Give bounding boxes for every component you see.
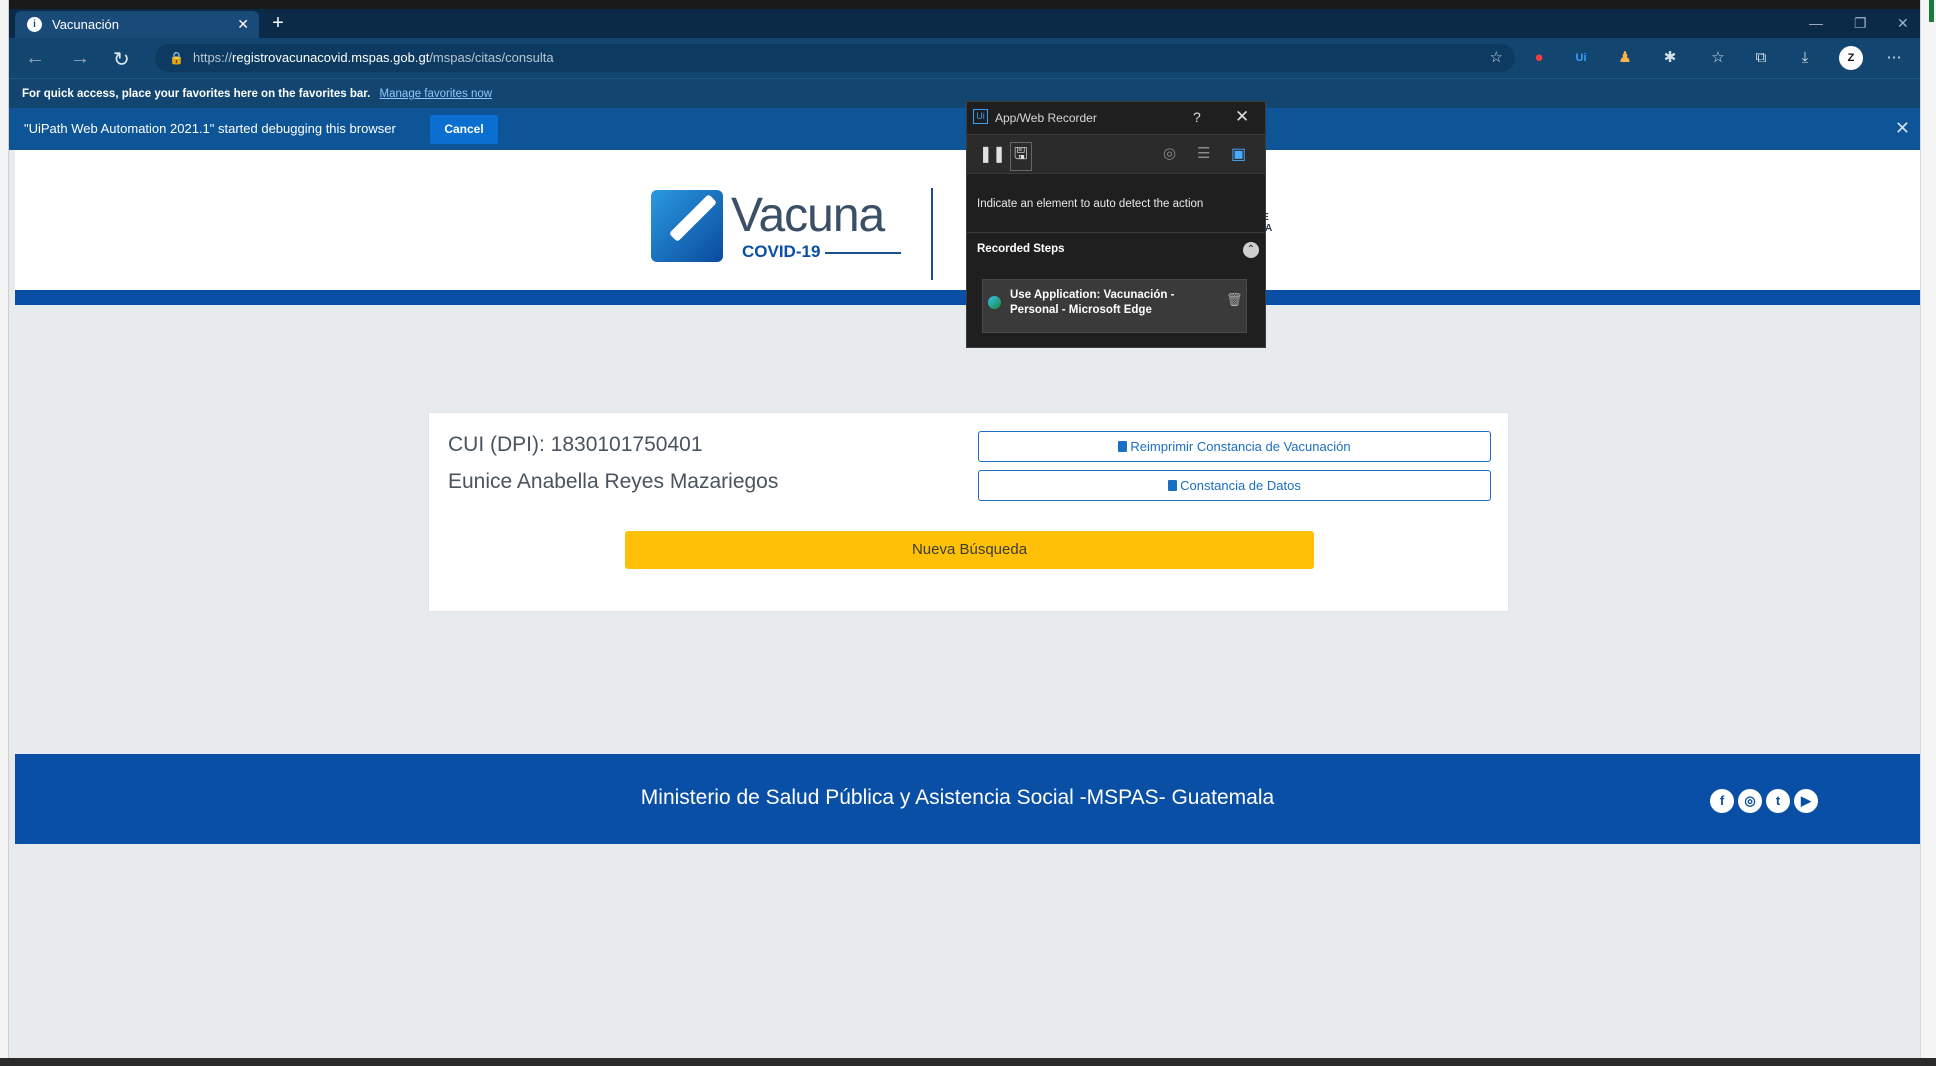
- tab-bar: i Vacunación ✕ + — ❐ ✕: [9, 9, 1920, 38]
- url-path: /mspas/citas/consulta: [429, 50, 554, 65]
- tab-vacunacion[interactable]: i Vacunación ✕: [15, 11, 259, 38]
- recorder-title: App/Web Recorder: [995, 111, 1097, 125]
- tab-close-icon[interactable]: ✕: [237, 16, 249, 33]
- browser-window: i Vacunación ✕ + — ❐ ✕ ← → ↻ 🔒 https://r…: [9, 9, 1920, 1058]
- recorded-step-item[interactable]: Use Application: Vacunación - Personal -…: [982, 279, 1247, 333]
- debug-message: "UiPath Web Automation 2021.1" started d…: [24, 121, 396, 136]
- youtube-icon[interactable]: ▶: [1794, 789, 1818, 813]
- cancel-debug-button[interactable]: Cancel: [430, 115, 498, 144]
- address-bar: ← → ↻ 🔒 https://registrovacunacovid.mspa…: [9, 38, 1920, 78]
- debug-infobar: "UiPath Web Automation 2021.1" started d…: [9, 108, 1920, 150]
- app-web-recorder-window: Ui App/Web Recorder ? ✕ ❚❚ 🖫 ◎ ☰ ▣ Indic…: [966, 101, 1266, 348]
- settings-menu-icon[interactable]: ⋯: [1884, 48, 1904, 68]
- add-favorite-icon[interactable]: ☆: [1490, 44, 1503, 72]
- pdf-icon: [1118, 441, 1128, 452]
- close-infobar-icon[interactable]: ✕: [1895, 118, 1910, 139]
- recorder-hint: Indicate an element to auto detect the a…: [977, 198, 1204, 210]
- pdf-icon: [1168, 480, 1178, 491]
- data-certificate-button[interactable]: Constancia de Datos: [978, 470, 1491, 501]
- help-button[interactable]: ?: [1193, 109, 1201, 125]
- data-certificate-label: Constancia de Datos: [1180, 478, 1301, 493]
- recorder-toolbar: ❚❚ 🖫 ◎ ☰ ▣: [967, 134, 1265, 174]
- manage-favorites-link[interactable]: Manage favorites now: [380, 88, 493, 100]
- logo-subtitle: COVID-19: [742, 242, 821, 261]
- uipath-extension-icon[interactable]: Ui: [1571, 48, 1591, 68]
- downloads-icon[interactable]: ⤓: [1795, 48, 1815, 68]
- list-options-icon[interactable]: ☰: [1197, 144, 1210, 162]
- header-separator: [931, 188, 933, 280]
- edge-marker: [1929, 0, 1934, 22]
- tab-title: Vacunación: [52, 17, 119, 32]
- pause-icon[interactable]: ❚❚: [979, 144, 1006, 164]
- new-tab-button[interactable]: +: [265, 12, 291, 35]
- extensions-icon[interactable]: ✱: [1660, 48, 1680, 68]
- url-field[interactable]: 🔒 https://registrovacunacovid.mspas.gob.…: [155, 44, 1515, 72]
- collections-icon[interactable]: ⧉: [1751, 48, 1771, 68]
- recorded-step-text: Use Application: Vacunación - Personal -…: [1010, 289, 1175, 316]
- collapse-chevron-icon[interactable]: ⌃: [1243, 242, 1259, 258]
- profile-extension-icon[interactable]: ♟: [1615, 48, 1635, 68]
- forward-button[interactable]: →: [70, 47, 90, 70]
- vaccine-logo-icon: [651, 190, 723, 262]
- profile-avatar[interactable]: Z: [1839, 46, 1863, 70]
- lock-icon: 🔒: [169, 51, 184, 65]
- extension-stop-icon[interactable]: ●: [1529, 48, 1549, 68]
- result-card: CUI (DPI): 1830101750401 Eunice Anabella…: [428, 412, 1509, 612]
- url-prefix: https://: [193, 50, 233, 65]
- left-window-edge: [0, 0, 9, 1066]
- minimize-button[interactable]: —: [1809, 15, 1823, 31]
- reprint-certificate-button[interactable]: Reimprimir Constancia de Vacunación: [978, 431, 1491, 462]
- person-name: Eunice Anabella Reyes Mazariegos: [448, 470, 779, 493]
- new-search-button[interactable]: Nueva Búsqueda: [625, 531, 1314, 569]
- restore-button[interactable]: ❐: [1854, 15, 1867, 32]
- url-host: registrovacunacovid.mspas.gob.gt: [232, 50, 430, 65]
- twitter-icon[interactable]: t: [1766, 789, 1790, 813]
- screen: i Vacunación ✕ + — ❐ ✕ ← → ↻ 🔒 https://r…: [0, 0, 1936, 1066]
- cui-text: CUI (DPI): 1830101750401: [448, 433, 703, 456]
- footer-text: Ministerio de Salud Pública y Asistencia…: [640, 786, 1275, 809]
- screenshot-icon[interactable]: ▣: [1231, 144, 1246, 164]
- taskbar-edge: [0, 1058, 1936, 1066]
- edge-browser-icon: [988, 296, 1001, 309]
- favorites-bar-text: For quick access, place your favorites h…: [22, 88, 371, 100]
- site-footer: Ministerio de Salud Pública y Asistencia…: [15, 754, 1920, 844]
- tab-favicon-icon: i: [27, 17, 42, 32]
- delete-step-icon[interactable]: 🗑: [1226, 292, 1243, 308]
- favorites-bar: For quick access, place your favorites h…: [9, 78, 1920, 108]
- recorded-steps-label: Recorded Steps: [977, 243, 1065, 255]
- logo-underline: [825, 252, 901, 254]
- favorites-icon[interactable]: ☆: [1708, 48, 1728, 68]
- divider: [967, 232, 1265, 233]
- refresh-button[interactable]: ↻: [113, 47, 130, 72]
- save-icon[interactable]: 🖫: [1010, 142, 1032, 171]
- back-button[interactable]: ←: [25, 47, 45, 70]
- uipath-logo-icon: Ui: [973, 109, 988, 124]
- right-window-edge: [1920, 0, 1936, 1066]
- close-window-button[interactable]: ✕: [1897, 15, 1909, 32]
- target-settings-icon[interactable]: ◎: [1163, 144, 1176, 162]
- facebook-icon[interactable]: f: [1710, 789, 1734, 813]
- recorder-close-button[interactable]: ✕: [1235, 107, 1249, 127]
- reprint-label: Reimprimir Constancia de Vacunación: [1130, 439, 1351, 454]
- instagram-icon[interactable]: ◎: [1738, 789, 1762, 813]
- logo-word: Vacuna: [731, 189, 885, 242]
